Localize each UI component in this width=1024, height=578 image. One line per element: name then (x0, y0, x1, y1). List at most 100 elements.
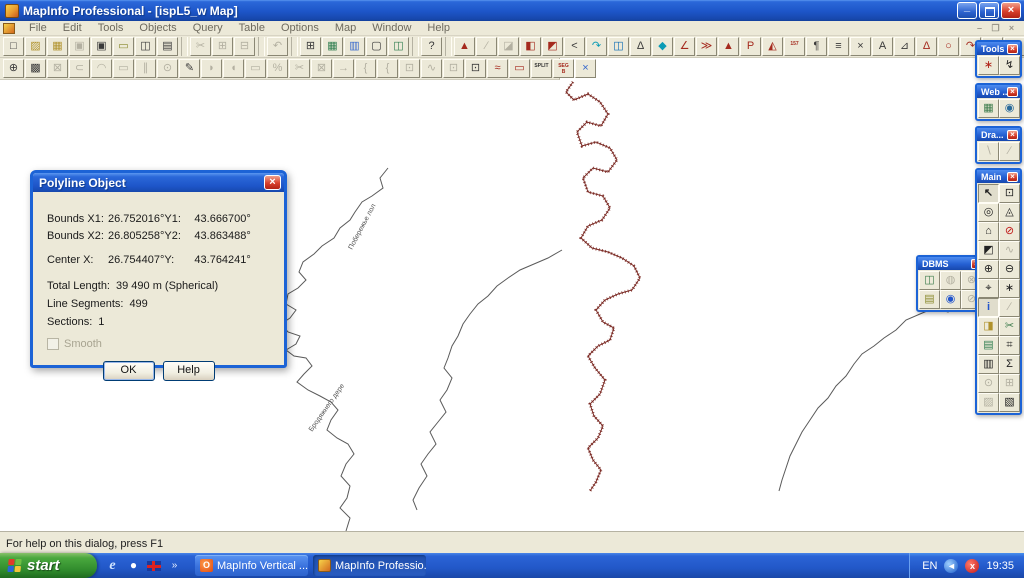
polygon-angle-icon[interactable]: ⊿ (894, 37, 915, 56)
open-table-icon[interactable]: ▨ (25, 37, 46, 56)
set-clip-region-icon[interactable]: ▧ (999, 393, 1020, 412)
menu-window[interactable]: Window (364, 21, 419, 35)
taskbar-task-2[interactable]: MapInfo Professio... (313, 555, 426, 576)
palette-drawing-title-bar[interactable]: Dra... × (977, 128, 1020, 141)
scale-157-icon[interactable]: 157 (784, 37, 805, 56)
frame-tool-icon[interactable]: ◫ (608, 37, 629, 56)
cross-x-icon[interactable]: × (850, 37, 871, 56)
map-polyline-mid-river[interactable] (412, 249, 563, 511)
mapbasic-window-icon[interactable]: ↯ (999, 56, 1020, 75)
info-tool-icon[interactable]: i (978, 298, 999, 317)
menu-query[interactable]: Query (185, 21, 231, 35)
save-window-as-icon[interactable]: ▭ (113, 37, 134, 56)
open-workspace-icon[interactable]: ▦ (47, 37, 68, 56)
menu-table[interactable]: Table (231, 21, 273, 35)
security-shield-icon[interactable]: x (965, 558, 980, 573)
convert-to-polyline-icon[interactable]: ≈ (487, 59, 508, 78)
taskbar-task-1[interactable]: O MapInfo Vertical ... (195, 555, 308, 576)
nodes-select-icon[interactable]: ⊡ (465, 59, 486, 78)
open-dbms-table-icon[interactable]: ◫ (919, 271, 940, 290)
web-globe-icon[interactable]: ◉ (999, 99, 1020, 118)
start-button[interactable]: start (0, 553, 97, 578)
boundary-select-icon[interactable]: ⌂ (978, 222, 999, 241)
mdi-minimize-button[interactable]: – (973, 23, 986, 34)
delta-check-icon[interactable]: Δ (630, 37, 651, 56)
mdi-restore-button[interactable]: ❐ (989, 23, 1002, 34)
split-tool-icon[interactable]: SPLIT (531, 59, 552, 78)
convert-to-region-icon[interactable]: ▭ (509, 59, 530, 78)
close-button[interactable]: × (1001, 2, 1021, 19)
restore-button[interactable] (979, 2, 999, 19)
open-web-table-icon[interactable]: ◉ (940, 290, 961, 309)
open-odbc-icon[interactable]: ▤ (919, 290, 940, 309)
clip-region-icon[interactable]: ✂ (999, 317, 1020, 336)
change-view-icon[interactable]: ⌖ (978, 279, 999, 298)
dialog-close-icon[interactable]: × (264, 175, 281, 190)
mdi-child-icon[interactable] (3, 22, 15, 34)
p-chart-icon[interactable]: P (740, 37, 761, 56)
unselect-all-icon[interactable]: ⊘ (999, 222, 1020, 241)
triangle-chart-icon[interactable]: ▲ (718, 37, 739, 56)
new-redistricter-icon[interactable]: ◫ (388, 37, 409, 56)
run-mapbasic-program-icon[interactable]: ∗ (978, 56, 999, 75)
new-table-icon[interactable]: □ (3, 37, 24, 56)
invert-selection-icon[interactable]: ◩ (978, 241, 999, 260)
show-legend-icon[interactable]: ▥ (978, 355, 999, 374)
palette-web-title-bar[interactable]: Web ... × (977, 85, 1020, 98)
mdi-close-button[interactable]: × (1005, 23, 1018, 34)
polygon-select-icon[interactable]: ◬ (999, 203, 1020, 222)
language-indicator[interactable]: EN (922, 560, 937, 572)
ie-icon[interactable]: e (105, 558, 120, 573)
north-arrow-icon[interactable]: ↷ (586, 37, 607, 56)
minimize-button[interactable]: _ (957, 2, 977, 19)
web-image-icon[interactable]: ▦ (978, 99, 999, 118)
palette-tools-title-bar[interactable]: Tools × (977, 42, 1020, 55)
new-mapper-icon[interactable]: ▦ (322, 37, 343, 56)
angle-tool-icon[interactable]: ∠ (674, 37, 695, 56)
marquee-select-icon[interactable]: ⊡ (999, 184, 1020, 203)
radius-select-icon[interactable]: ◎ (978, 203, 999, 222)
ruler-icon[interactable]: ⌗ (999, 336, 1020, 355)
text-style-icon[interactable]: ◧ (520, 37, 541, 56)
grid-b-icon[interactable]: ¶ (806, 37, 827, 56)
menu-help[interactable]: Help (419, 21, 458, 35)
palette-tools-close-icon[interactable]: × (1007, 43, 1018, 54)
delta-node-icon[interactable]: Δ (916, 37, 937, 56)
callout-pointer-icon[interactable]: < (564, 37, 585, 56)
dialog-title-bar[interactable]: Polyline Object × (33, 173, 284, 192)
palette-web-close-icon[interactable]: × (1007, 86, 1018, 97)
menu-map[interactable]: Map (327, 21, 364, 35)
vertex-a-icon[interactable]: A (872, 37, 893, 56)
menu-tools[interactable]: Tools (90, 21, 132, 35)
paint-style-icon[interactable]: ◩ (542, 37, 563, 56)
menu-edit[interactable]: Edit (55, 21, 90, 35)
select-icon[interactable]: ↖ (978, 184, 999, 203)
print-window-icon[interactable]: ▤ (157, 37, 178, 56)
messenger-icon[interactable]: ● (126, 558, 141, 573)
statistics-icon[interactable]: Σ (999, 355, 1020, 374)
bar-chart-icon[interactable]: ◭ (762, 37, 783, 56)
map-polyline-east-river[interactable] (778, 305, 963, 492)
menu-objects[interactable]: Objects (131, 21, 184, 35)
hatch-icon[interactable]: ▩ (25, 59, 46, 78)
menu-options[interactable]: Options (273, 21, 327, 35)
flow-arrows-icon[interactable]: ≫ (696, 37, 717, 56)
hide-icons-icon[interactable]: ◄ (944, 558, 959, 573)
pan-grabber-icon[interactable]: ∗ (999, 279, 1020, 298)
seg-tool-icon[interactable]: SEG B (553, 59, 574, 78)
new-report-window-icon[interactable]: ◫ (135, 37, 156, 56)
label-tool-icon[interactable]: ◨ (978, 317, 999, 336)
help-button[interactable]: Help (162, 361, 215, 381)
map-polyline-selected-polyline[interactable] (565, 81, 641, 492)
new-layout-icon[interactable]: ▢ (366, 37, 387, 56)
buffer-pencil-icon[interactable]: ✎ (179, 59, 200, 78)
uk-flag-icon[interactable] (147, 560, 161, 571)
menu-file[interactable]: File (21, 21, 55, 35)
palette-drawing-close-icon[interactable]: × (1007, 129, 1018, 140)
map-polyline-west-coastline[interactable] (280, 167, 389, 531)
circle-tool-icon[interactable]: ○ (938, 37, 959, 56)
new-grapher-icon[interactable]: ▥ (344, 37, 365, 56)
ok-button[interactable]: OK (102, 361, 155, 381)
symbol-style-icon[interactable]: ▲ (454, 37, 475, 56)
save-workspace-icon[interactable]: ▣ (91, 37, 112, 56)
